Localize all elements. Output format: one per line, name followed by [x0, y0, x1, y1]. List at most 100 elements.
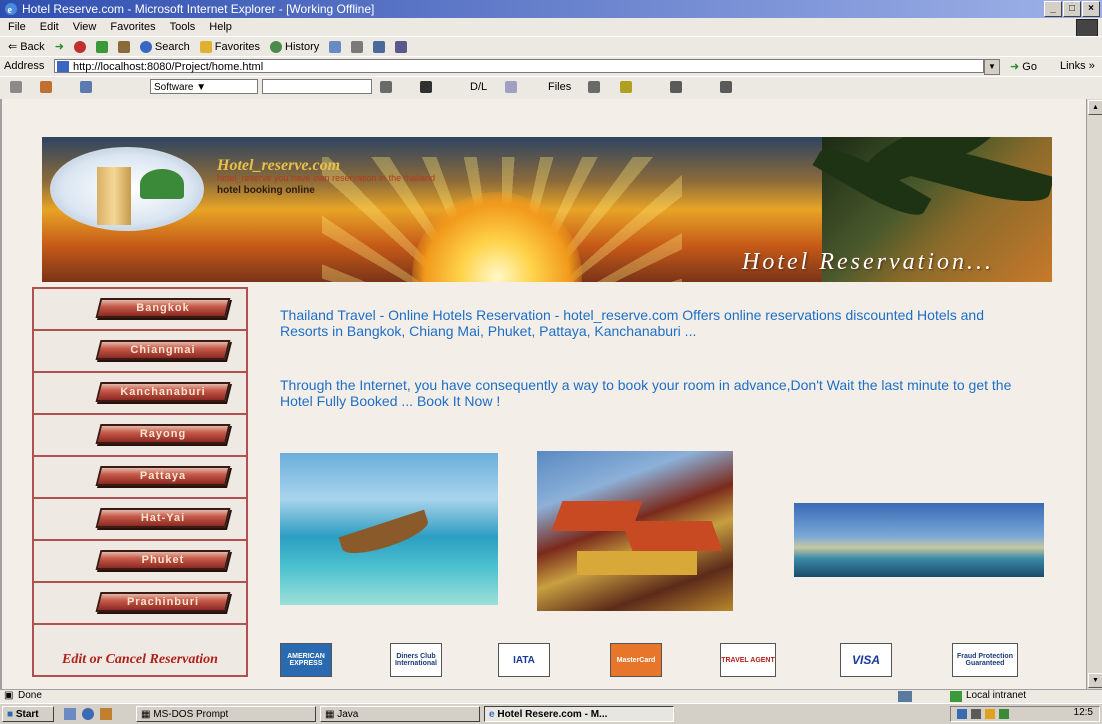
payment-logos: AMERICAN EXPRESS Diners Club Internation… — [280, 643, 1060, 679]
scroll-down-icon[interactable]: ▼ — [1088, 673, 1102, 688]
extra-toolbar: Software ▼ D/L Files — [0, 76, 1102, 100]
settings-icon[interactable] — [588, 81, 600, 93]
search-icon — [139, 40, 152, 53]
tray-icon[interactable] — [957, 709, 967, 719]
history-icon — [270, 40, 283, 53]
search-button[interactable]: Search — [139, 40, 190, 53]
printer-icon[interactable] — [720, 81, 732, 93]
task-hotel-reserve-browser[interactable]: e Hotel Resere.com - M... — [484, 706, 674, 722]
refresh-icon[interactable] — [95, 40, 108, 53]
status-text: Done — [18, 690, 42, 701]
edit-icon[interactable] — [373, 40, 386, 53]
sidebar-item-hat-yai: Hat-Yai — [34, 499, 246, 541]
standard-toolbar: ⇐ Back ➜ Search Favorites History — [0, 36, 1102, 56]
pause-icon[interactable] — [505, 81, 517, 93]
show-desktop-icon[interactable] — [64, 708, 76, 720]
sidebar-item-bangkok: Bangkok — [34, 289, 246, 331]
tray-icon[interactable] — [999, 709, 1009, 719]
frame-icon[interactable] — [420, 81, 432, 93]
zone-text: Local intranet — [966, 690, 1027, 701]
ms-dos-icon: ▦ — [141, 709, 151, 720]
ie-task-icon: e — [489, 709, 495, 720]
menu-tools[interactable]: Tools — [170, 18, 196, 36]
menu-edit[interactable]: Edit — [40, 18, 59, 36]
vertical-scrollbar[interactable]: ▲ ▼ — [1086, 99, 1102, 689]
forward-arrow-icon: ➜ — [54, 41, 64, 53]
menu-favorites[interactable]: Favorites — [110, 18, 155, 36]
intranet-icon — [950, 691, 962, 702]
sidebar-item-kanchanaburi: Kanchanaburi — [34, 373, 246, 415]
site-subtitle: hotel booking online — [217, 185, 315, 196]
dap-icon[interactable] — [40, 81, 52, 93]
phuket-button[interactable]: Phuket — [95, 550, 231, 570]
back-arrow-icon: ⇐ — [8, 41, 18, 53]
pattaya-button[interactable]: Pattaya — [95, 466, 231, 486]
mastercard-logo: MasterCard — [610, 643, 662, 677]
resort-beach-photo — [794, 503, 1044, 577]
edit-cancel-reservation-link[interactable]: Edit or Cancel Reservation — [34, 645, 246, 675]
scroll-up-icon[interactable]: ▲ — [1088, 100, 1102, 115]
windows-taskbar: ■ Start ▦ MS-DOS Prompt ▦ Java e Hotel R… — [0, 703, 1102, 724]
kanchanaburi-button[interactable]: Kanchanaburi — [95, 382, 231, 402]
windows-flag-icon: ■ — [7, 709, 14, 720]
chiangmai-button[interactable]: Chiangmai — [95, 340, 231, 360]
maximize-button[interactable]: □ — [1063, 1, 1081, 17]
internet-explorer-icon: e — [5, 3, 17, 16]
task-ms-dos-prompt[interactable]: ▦ MS-DOS Prompt — [136, 706, 316, 722]
toolbar-icon[interactable] — [10, 81, 22, 93]
page-viewport: Hotel_reserve.com hotel_reserve you have… — [0, 99, 1086, 689]
american-express-logo: AMERICAN EXPRESS — [280, 643, 332, 677]
rayong-button[interactable]: Rayong — [95, 424, 231, 444]
forward-button[interactable]: ➜ — [55, 40, 64, 53]
site-banner: Hotel_reserve.com hotel_reserve you have… — [42, 137, 1052, 282]
go-arrow-icon: ➜ — [1010, 61, 1020, 73]
sidebar-item-chiangmai: Chiangmai — [34, 331, 246, 373]
address-dropdown-button[interactable]: ▼ — [984, 59, 1000, 75]
tray-icon[interactable] — [971, 709, 981, 719]
toolbar-search-input[interactable] — [262, 79, 372, 94]
java-icon: ▦ — [325, 709, 335, 720]
hat-yai-button[interactable]: Hat-Yai — [95, 508, 231, 528]
print-icon[interactable] — [351, 40, 364, 53]
dl-button[interactable]: D/L — [470, 81, 487, 93]
bangkok-button[interactable]: Bangkok — [95, 298, 231, 318]
system-tray: 12:5 — [950, 706, 1100, 722]
close-button[interactable]: × — [1082, 1, 1100, 17]
booking-paragraph: Through the Internet, you have consequen… — [280, 377, 1012, 409]
window-title: Hotel Reserve.com - Microsoft Internet E… — [22, 2, 375, 16]
go-button[interactable]: ➜ Go — [1010, 60, 1037, 73]
minimize-button[interactable]: _ — [1044, 1, 1062, 17]
task-java[interactable]: ▦ Java — [320, 706, 480, 722]
uploads-icon[interactable] — [80, 81, 92, 93]
sidebar-item-prachinburi: Prachinburi — [34, 583, 246, 625]
quick-launch-icon[interactable] — [100, 708, 112, 720]
intro-paragraph: Thailand Travel - Online Hotels Reservat… — [280, 307, 984, 339]
svg-text:e: e — [8, 5, 13, 16]
prachinburi-button[interactable]: Prachinburi — [95, 592, 231, 612]
find-icon[interactable] — [380, 81, 392, 93]
clock: 12:5 — [1073, 707, 1093, 718]
home-icon[interactable] — [117, 40, 130, 53]
category-select[interactable]: Software ▼ — [150, 79, 258, 94]
quick-launch-ie-icon[interactable] — [82, 708, 94, 720]
menu-view[interactable]: View — [73, 18, 97, 36]
tray-icon[interactable] — [985, 709, 995, 719]
links-button[interactable]: Links » — [1060, 60, 1095, 72]
back-button[interactable]: ⇐ Back — [8, 40, 45, 54]
iata-logo: IATA — [498, 643, 550, 677]
pencil-icon[interactable] — [620, 81, 632, 93]
start-button[interactable]: ■ Start — [2, 706, 54, 722]
stop-icon[interactable] — [73, 40, 86, 53]
visa-logo: VISA — [840, 643, 892, 677]
history-button[interactable]: History — [270, 40, 319, 53]
mail-icon[interactable] — [329, 40, 342, 53]
sidebar-item-phuket: Phuket — [34, 541, 246, 583]
menu-help[interactable]: Help — [209, 18, 232, 36]
files-button[interactable]: Files — [548, 81, 571, 93]
tools-icon[interactable] — [670, 81, 682, 93]
menu-file[interactable]: File — [8, 18, 26, 36]
discuss-icon[interactable] — [395, 40, 408, 53]
site-logo — [50, 147, 204, 231]
address-input[interactable]: http://localhost:8080/Project/home.html — [54, 59, 984, 73]
favorites-button[interactable]: Favorites — [199, 40, 260, 53]
